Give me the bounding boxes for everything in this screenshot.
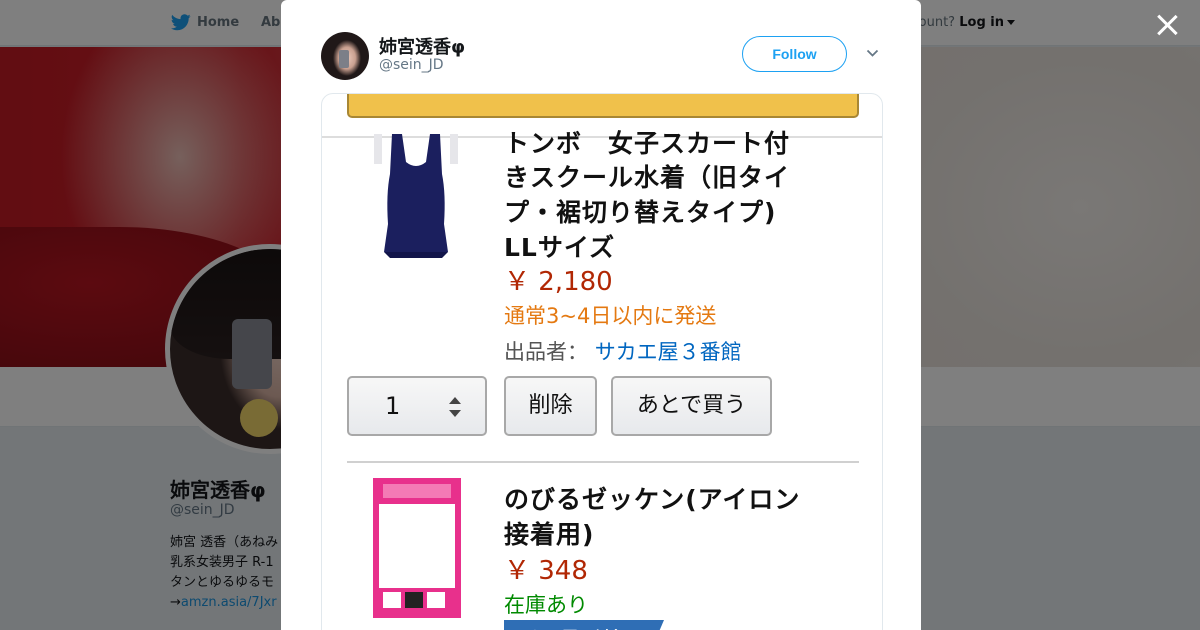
delete-button[interactable]: 削除	[504, 376, 597, 436]
avatar-phone-shape	[339, 50, 349, 68]
divider	[347, 461, 859, 463]
item2-title-line[interactable]: のびるゼッケン(アイロン	[504, 480, 800, 516]
item1-title-line[interactable]: きスクール水着（旧タイ	[504, 158, 790, 194]
save-for-later-button[interactable]: あとで買う	[611, 376, 772, 436]
zekken-package-image	[373, 478, 461, 618]
seller-name-link[interactable]: サカエ屋３番館	[595, 340, 742, 364]
item1-title-line[interactable]: LLサイズ	[504, 228, 615, 264]
add-on-badge: あわせ買い対象	[504, 620, 664, 630]
tweet-image[interactable]: トンボ 女子スカート付 きスクール水着（旧タイ プ・裾切り替えタイプ) LLサイ…	[321, 93, 883, 630]
item2-title-line[interactable]: 接着用)	[504, 515, 594, 551]
author-avatar[interactable]	[321, 32, 369, 80]
item1-seller: 出品者： サカエ屋３番館	[504, 336, 742, 366]
swimsuit-image	[374, 134, 458, 258]
tweet-modal: 姉宮透香φ @sein_JD Follow トンボ 女子スカート付 きスクール水…	[281, 0, 921, 630]
updown-arrows-icon	[449, 397, 461, 417]
chevron-down-icon[interactable]	[866, 48, 879, 58]
item1-price: ￥ 2,180	[504, 267, 613, 297]
follow-button[interactable]: Follow	[742, 36, 847, 72]
quantity-select[interactable]: 1	[347, 376, 487, 436]
quantity-value: 1	[385, 392, 401, 420]
seller-label: 出品者：	[504, 340, 588, 364]
author-name[interactable]: 姉宮透香φ	[379, 33, 465, 59]
item2-stock-status: 在庫あり	[504, 593, 588, 617]
item1-title-line[interactable]: プ・裾切り替えタイプ)	[504, 193, 776, 229]
item1-title-line[interactable]: トンボ 女子スカート付	[504, 124, 790, 160]
author-handle[interactable]: @sein_JD	[379, 57, 444, 73]
item1-shipping: 通常3~4日以内に発送	[504, 304, 717, 328]
close-icon[interactable]	[1154, 12, 1180, 38]
item2-price: ￥ 348	[504, 556, 588, 586]
checkout-button-partial	[347, 94, 859, 118]
